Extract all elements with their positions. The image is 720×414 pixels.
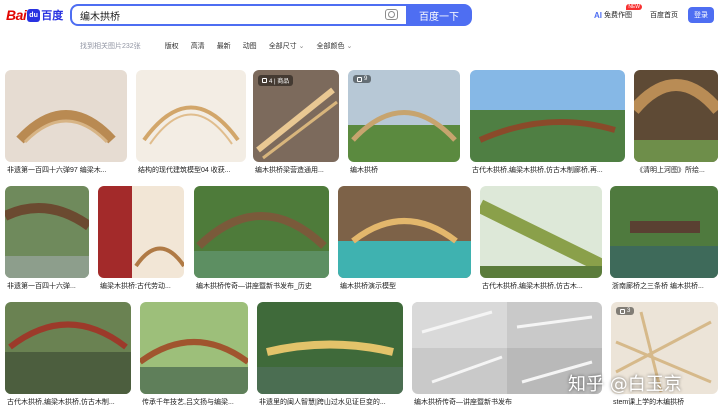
result-image xyxy=(98,186,184,278)
result-tile[interactable]: 4 | 商品 编木拱桥梁营造通用... xyxy=(253,70,339,178)
badge-text: 3 xyxy=(627,308,631,314)
baidu-logo[interactable]: Bai 百度 xyxy=(6,6,64,24)
filter-color-dropdown[interactable]: 全部颜色 xyxy=(317,41,353,51)
search-input[interactable] xyxy=(72,6,372,24)
image-count-badge: 3 xyxy=(616,307,635,315)
result-tile[interactable]: 编木拱桥演示模型 xyxy=(338,186,471,294)
result-caption: 传承千年技艺,吕文扬与编梁... xyxy=(142,399,234,406)
result-image xyxy=(5,302,131,394)
result-caption: 古代木拱桥,编梁木拱桥,仿古木... xyxy=(482,283,583,290)
watermark-text: 知乎 @白玉京 xyxy=(568,374,682,395)
result-image xyxy=(257,302,403,394)
filter-size-dropdown[interactable]: 全部尺寸 xyxy=(269,41,305,51)
result-caption: stem课上学的木编拱桥 xyxy=(613,399,685,406)
paw-icon xyxy=(27,8,41,22)
result-tile[interactable]: 非遗第一百四十六弹... xyxy=(5,186,89,294)
result-image xyxy=(194,186,329,278)
result-tile[interactable]: 9 编木拱桥 xyxy=(348,70,460,178)
result-image xyxy=(140,302,248,394)
result-tile[interactable]: 结构的现代建筑模型04 收获... xyxy=(136,70,246,178)
result-caption: 编木拱桥演示模型 xyxy=(340,283,396,290)
home-link[interactable]: 百度首页 xyxy=(650,10,678,20)
result-caption: 编木拱桥传奇—讲座暨新书发布_历史 xyxy=(196,283,312,290)
camera-icon[interactable] xyxy=(385,9,398,20)
logo-text-cn: 百度 xyxy=(41,10,64,22)
result-caption: 编木拱桥梁营造通用... xyxy=(255,167,324,174)
result-image xyxy=(480,186,602,278)
result-caption: 浙南廊桥之三条桥 编木拱桥... xyxy=(612,283,704,290)
result-tile[interactable]: 非遗第一百四十六弹97 编梁木... xyxy=(5,70,127,178)
filter-copyright[interactable]: 版权 xyxy=(165,41,179,51)
result-caption: 古代木拱桥,编梁木拱桥,仿古木制廊桥,再... xyxy=(472,167,603,174)
filter-animated[interactable]: 动图 xyxy=(243,41,257,51)
search-button[interactable]: 百度一下 xyxy=(406,4,472,26)
result-tile[interactable]: 《清明上河图》所绘... xyxy=(634,70,718,178)
result-count: 找到相关图片232张 xyxy=(80,43,141,50)
result-image xyxy=(338,186,471,278)
result-image xyxy=(610,186,718,278)
result-tile[interactable]: 浙南廊桥之三条桥 编木拱桥... xyxy=(610,186,718,294)
image-count-badge: 4 | 商品 xyxy=(258,75,294,86)
result-image xyxy=(634,70,718,162)
filter-bar: 找到相关图片232张 版权 高清 最新 动图 全部尺寸 全部颜色 xyxy=(80,40,364,52)
result-tile[interactable]: 编木拱桥传奇—讲座暨新书发布_历史 xyxy=(194,186,329,294)
result-tile[interactable]: 传承千年技艺,吕文扬与编梁... xyxy=(140,302,248,410)
result-caption: 非遗第一百四十六弹97 编梁木... xyxy=(7,167,107,174)
result-tile[interactable]: 古代木拱桥,编梁木拱桥,仿古木... xyxy=(480,186,602,294)
result-tile[interactable]: 非遗里的闽人智慧|跨山过水见证巨变的... xyxy=(257,302,403,410)
result-image xyxy=(5,70,127,162)
result-caption: 古代木拱桥,编梁木拱桥,仿古木制... xyxy=(7,399,115,406)
result-image xyxy=(5,186,89,278)
image-count-badge: 9 xyxy=(353,75,372,83)
top-right-nav: AI 免费作图 NEW 百度首页 登录 xyxy=(594,4,714,24)
gallery-icon xyxy=(357,76,362,82)
filter-latest[interactable]: 最新 xyxy=(217,41,231,51)
ai-icon: AI xyxy=(594,10,602,20)
filter-hd[interactable]: 高清 xyxy=(191,41,205,51)
result-tile[interactable]: 编梁木拱桥:古代劳动... xyxy=(98,186,184,294)
search-box xyxy=(70,4,406,26)
new-badge: NEW xyxy=(626,4,642,10)
result-caption: 编木拱桥 xyxy=(350,167,378,174)
gallery-icon xyxy=(262,78,267,83)
result-image xyxy=(348,70,460,162)
gallery-icon xyxy=(620,308,625,314)
result-tile[interactable]: 古代木拱桥,编梁木拱桥,仿古木制廊桥,再... xyxy=(470,70,625,178)
result-image xyxy=(136,70,246,162)
logo-text: Bai xyxy=(6,7,27,23)
ai-draw-label: 免费作图 xyxy=(604,12,632,19)
ai-draw-link[interactable]: AI 免费作图 NEW xyxy=(594,4,642,20)
result-caption: 编木拱桥传奇—讲座暨新书发布 xyxy=(414,399,512,406)
login-button[interactable]: 登录 xyxy=(688,7,714,23)
result-caption: 非遗里的闽人智慧|跨山过水见证巨变的... xyxy=(259,399,386,406)
result-caption: 结构的现代建筑模型04 收获... xyxy=(138,167,231,174)
result-caption: 非遗第一百四十六弹... xyxy=(7,283,76,290)
badge-text: 9 xyxy=(364,76,368,82)
badge-text: 4 | 商品 xyxy=(269,79,290,85)
result-caption: 《清明上河图》所绘... xyxy=(636,167,705,174)
result-caption: 编梁木拱桥:古代劳动... xyxy=(100,283,171,290)
result-image xyxy=(470,70,625,162)
result-tile[interactable]: 古代木拱桥,编梁木拱桥,仿古木制... xyxy=(5,302,131,410)
